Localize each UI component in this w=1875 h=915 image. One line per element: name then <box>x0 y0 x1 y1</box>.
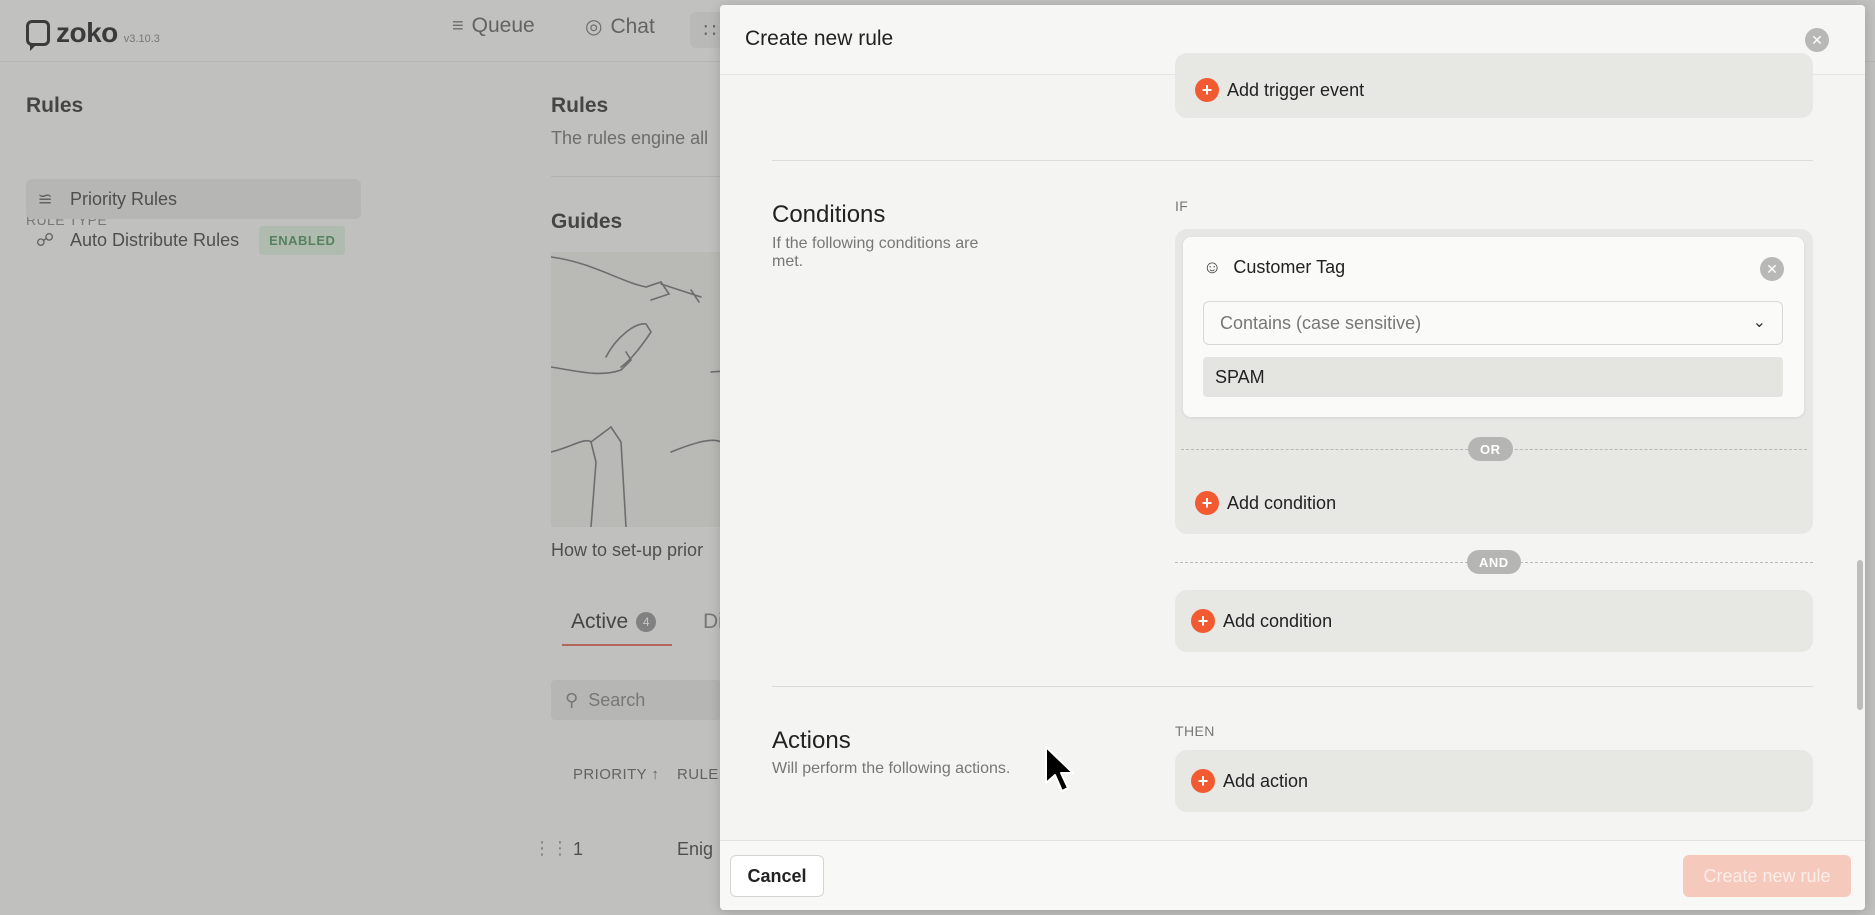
condition-item: ☺ Customer Tag ✕ Contains (case sensitiv… <box>1183 237 1804 417</box>
create-rule-modal: Create new rule ✕ + Add trigger event Co… <box>720 5 1865 910</box>
add-trigger-label: Add trigger event <box>1227 79 1365 100</box>
modal-title: Create new rule <box>745 27 894 50</box>
if-label: IF <box>1175 198 1189 214</box>
plus-icon: + <box>1195 491 1219 515</box>
trigger-card: + Add trigger event <box>1175 53 1813 118</box>
condition-group-card: ☺ Customer Tag ✕ Contains (case sensitiv… <box>1175 229 1813 534</box>
operator-select[interactable]: Contains (case sensitive) ⌄ <box>1203 301 1783 345</box>
plus-icon: + <box>1195 78 1219 102</box>
chevron-down-icon: ⌄ <box>1752 314 1766 331</box>
and-pill: AND <box>1467 550 1521 574</box>
and-condition-card: + Add condition <box>1175 590 1813 652</box>
condition-value: SPAM <box>1215 366 1265 387</box>
cancel-button[interactable]: Cancel <box>730 855 824 897</box>
actions-description: Will perform the following actions. <box>772 760 1011 777</box>
add-action-button[interactable]: + Add action <box>1191 769 1308 793</box>
mouse-cursor-icon <box>1045 746 1074 792</box>
actions-title: Actions <box>772 727 851 754</box>
plus-icon: + <box>1191 609 1215 633</box>
add-and-condition-button[interactable]: + Add condition <box>1191 609 1332 633</box>
conditions-title: Conditions <box>772 201 886 228</box>
section-divider <box>772 160 1813 161</box>
conditions-description: If the following conditions are met. <box>772 235 979 270</box>
action-card: + Add action <box>1175 750 1813 812</box>
add-or-condition-button[interactable]: + Add condition <box>1195 491 1336 515</box>
condition-field-label: Customer Tag <box>1233 257 1346 277</box>
create-rule-button[interactable]: Create new rule <box>1683 855 1851 897</box>
close-icon[interactable]: ✕ <box>1805 28 1829 52</box>
add-condition-label: Add condition <box>1227 492 1337 513</box>
scrollbar[interactable] <box>1857 560 1863 710</box>
person-icon: ☺ <box>1203 257 1222 277</box>
condition-field: ☺ Customer Tag <box>1203 257 1345 278</box>
then-label: THEN <box>1175 723 1215 739</box>
add-condition-label: Add condition <box>1223 610 1333 631</box>
section-divider <box>772 686 1813 687</box>
operator-value: Contains (case sensitive) <box>1220 312 1422 333</box>
or-pill: OR <box>1468 437 1513 461</box>
modal-footer: Cancel Create new rule <box>720 840 1865 910</box>
condition-value-input[interactable]: SPAM <box>1203 357 1783 397</box>
add-action-label: Add action <box>1223 770 1309 791</box>
plus-icon: + <box>1191 769 1215 793</box>
add-trigger-button[interactable]: + Add trigger event <box>1195 78 1364 102</box>
remove-condition-icon[interactable]: ✕ <box>1760 257 1784 281</box>
